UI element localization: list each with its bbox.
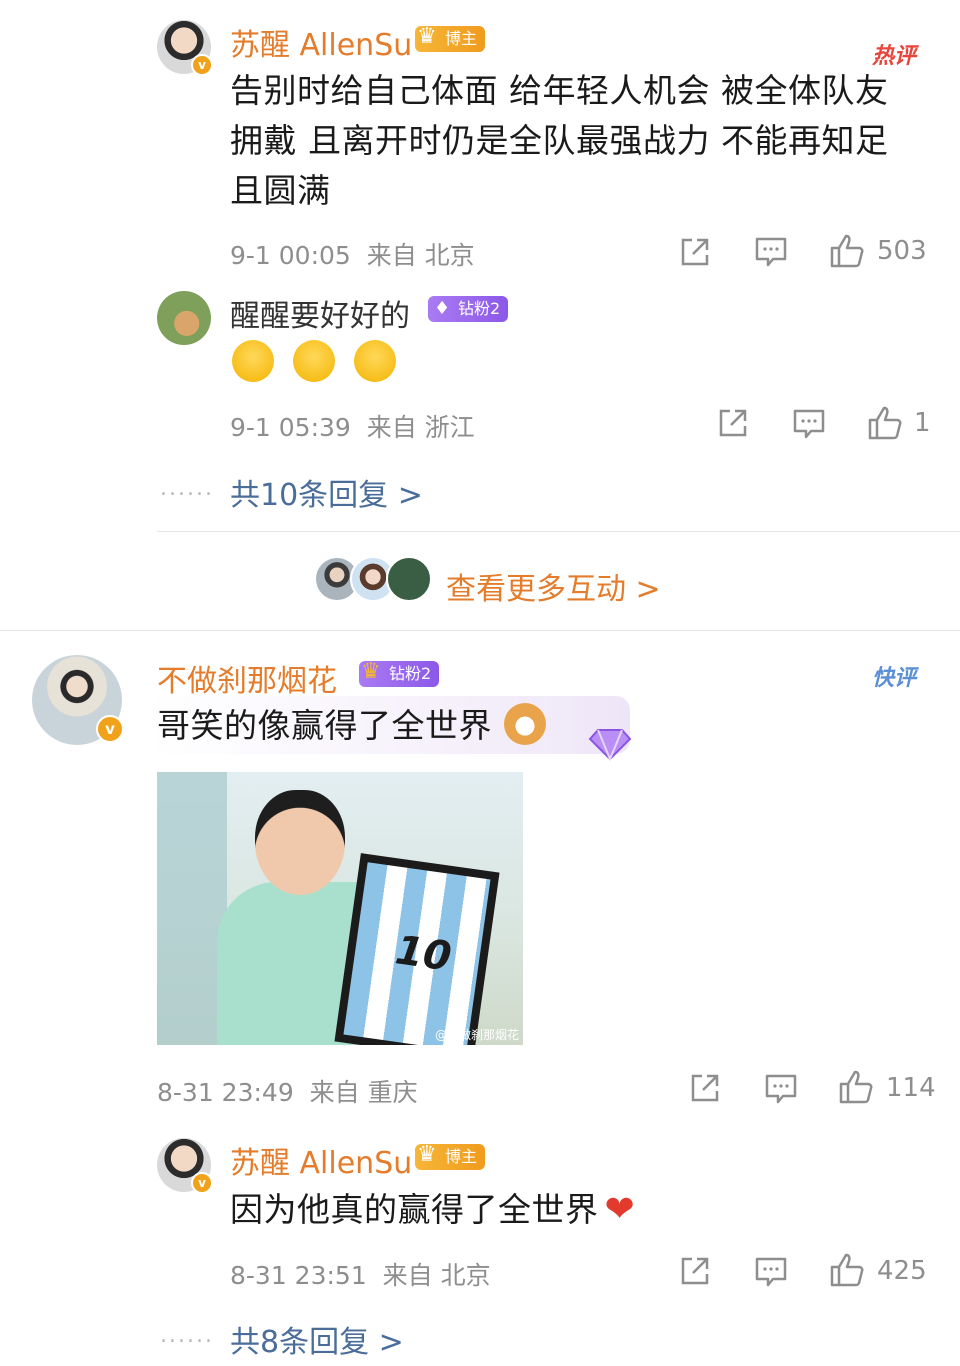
blogger-badge: ♛ 博主: [415, 24, 486, 52]
comment-meta: 8-31 23:51 来自 北京: [230, 1256, 491, 1292]
comment-text: 哥笑的像赢得了全世界: [157, 706, 492, 745]
verified-icon: v: [191, 54, 213, 76]
comment-icon[interactable]: [754, 1256, 788, 1288]
like-icon[interactable]: [829, 233, 867, 269]
comment-time: 9-1 05:39: [230, 413, 351, 442]
crown-icon: ♛: [361, 659, 381, 684]
jersey-frame: 10: [334, 853, 500, 1045]
diamond-decoration-icon: [588, 729, 632, 762]
comment-location: 来自 北京: [366, 241, 475, 270]
blogger-badge: ♛ 博主: [415, 1142, 486, 1170]
divider: [157, 531, 960, 532]
jersey-number: 10: [392, 927, 455, 981]
comment-location: 来自 浙江: [366, 413, 475, 442]
comment-text: 告别时给自己体面 给年轻人机会 被全体队友拥戴 且离开时仍是全队最强战力 不能再…: [230, 71, 889, 210]
username[interactable]: 苏醒 AllenSu: [230, 20, 412, 64]
verified-icon: v: [191, 1172, 213, 1194]
share-icon[interactable]: [688, 1071, 722, 1105]
heart-icon: ❤: [604, 1189, 636, 1230]
like-count: 114: [886, 1073, 936, 1103]
verified-icon: v: [96, 715, 124, 743]
avatar-photo: [157, 291, 211, 345]
comment-meta: 9-1 05:39 来自 浙江: [230, 408, 475, 444]
like-count: 425: [877, 1256, 927, 1286]
like-icon[interactable]: [838, 1069, 876, 1105]
view-replies-link[interactable]: 共10条回复 >: [230, 470, 423, 514]
crying-emoji-icon: [232, 340, 274, 382]
comment-icon[interactable]: [792, 408, 826, 440]
avatar[interactable]: v: [157, 20, 213, 76]
fan-badge: ♦ 钻粉2: [428, 296, 509, 322]
like-count: 503: [877, 236, 927, 266]
emoji-row: [232, 340, 404, 382]
more-interactions-link[interactable]: 查看更多互动 >: [446, 564, 661, 608]
like-count: 1: [914, 408, 931, 438]
crown-icon: ♛: [417, 1142, 437, 1167]
view-replies-link[interactable]: 共8条回复 >: [230, 1317, 404, 1361]
fan-badge: ♛ 钻粉2: [359, 659, 440, 687]
share-icon[interactable]: [716, 406, 750, 440]
comment-meta: 9-1 00:05 来自 北京: [230, 236, 475, 272]
image-watermark: @不做刹那烟花: [434, 1028, 519, 1042]
crown-icon: ♛: [417, 24, 437, 49]
cat-emoji-icon: [504, 703, 546, 745]
username[interactable]: 醒醒要好好的: [230, 291, 410, 335]
divider: [0, 630, 960, 631]
comment-location: 来自 北京: [382, 1261, 491, 1290]
interaction-avatars: [314, 556, 434, 606]
reply-dots: ......: [160, 1323, 214, 1348]
username[interactable]: 苏醒 AllenSu: [230, 1138, 412, 1182]
avatar: [386, 556, 432, 602]
like-icon[interactable]: [867, 405, 905, 441]
comment-location: 来自 重庆: [309, 1078, 418, 1107]
person-head: [255, 790, 345, 895]
jersey: 10: [343, 862, 491, 1045]
crying-emoji-icon: [293, 340, 336, 382]
comment-time: 8-31 23:51: [230, 1261, 367, 1290]
comment-icon[interactable]: [754, 236, 788, 268]
like-icon[interactable]: [829, 1252, 867, 1288]
avatar[interactable]: v: [157, 1138, 213, 1194]
comment-icon[interactable]: [764, 1073, 798, 1105]
share-icon[interactable]: [678, 235, 712, 269]
comment-time: 9-1 00:05: [230, 241, 351, 270]
reply-dots: ......: [160, 476, 214, 501]
comment-meta: 8-31 23:49 来自 重庆: [157, 1073, 418, 1109]
crying-emoji-icon: [354, 340, 397, 382]
share-icon[interactable]: [678, 1254, 712, 1288]
avatar[interactable]: [157, 291, 211, 345]
diamond-icon: ♦: [434, 298, 451, 319]
username[interactable]: 不做刹那烟花: [157, 656, 337, 700]
comment-image[interactable]: 10 @不做刹那烟花: [157, 772, 523, 1045]
comment-time: 8-31 23:49: [157, 1078, 294, 1107]
comment-text: 因为他真的赢得了全世界 ❤: [230, 1189, 636, 1230]
quick-comment-tag: 快评: [872, 666, 917, 691]
avatar[interactable]: v: [32, 655, 124, 745]
